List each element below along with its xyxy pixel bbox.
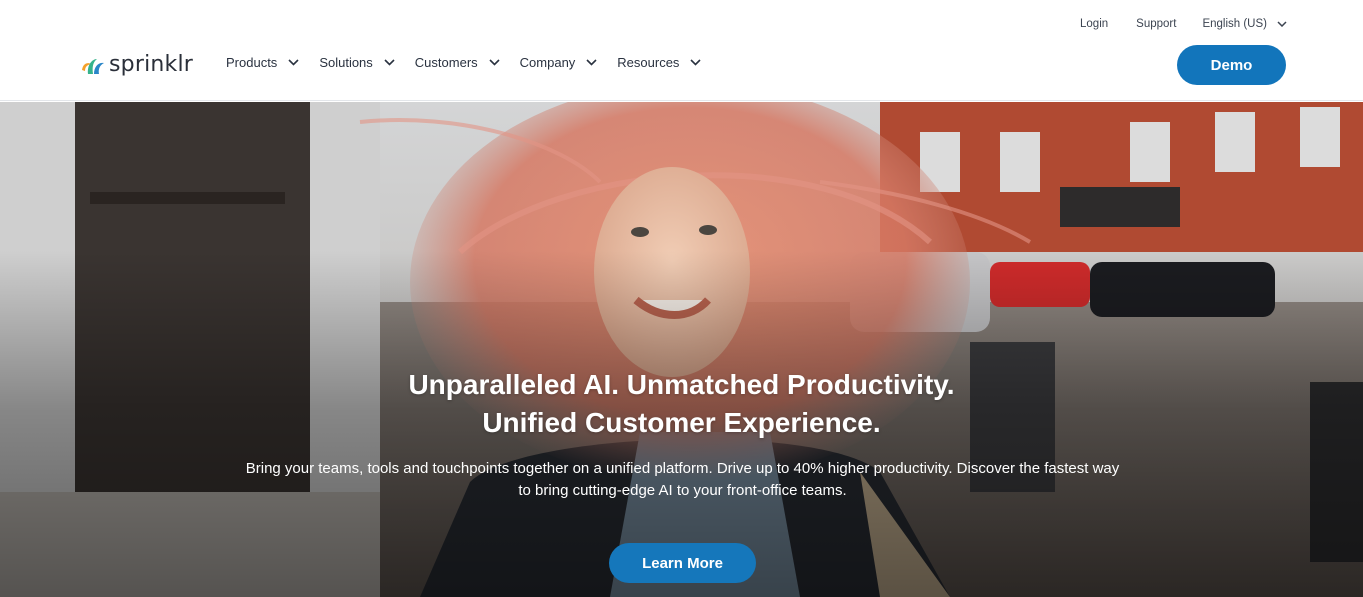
hero-headline: Unparalleled AI. Unmatched Productivity.… [0,366,1363,442]
chevron-down-icon [1277,21,1287,27]
logo-wordmark: sprinklr [109,52,194,77]
nav-customers-label: Customers [414,55,478,70]
hero-subcopy-line1: Bring your teams, tools and touchpoints … [245,460,1120,477]
nav-company-label: Company [519,55,576,70]
chevron-down-icon [489,59,500,66]
nav-solutions[interactable]: Solutions [319,55,395,70]
login-link[interactable]: Login [1080,18,1108,30]
chevron-down-icon [288,59,299,66]
nav-products-label: Products [226,55,278,70]
nav-company[interactable]: Company [520,55,598,70]
chevron-down-icon [384,59,395,66]
nav-resources-label: Resources [617,55,680,70]
hero-subcopy-line2: to bring cutting-edge AI to your front-o… [518,482,847,499]
hero-headline-line1: Unparalleled AI. Unmatched Productivity. [408,369,955,400]
site-header: sprinklr Products Solutions Customers Co… [0,0,1363,101]
nav-solutions-label: Solutions [319,55,373,70]
nav-products[interactable]: Products [226,55,299,70]
hero-section: Unparalleled AI. Unmatched Productivity.… [0,102,1363,597]
nav-customers[interactable]: Customers [415,55,500,70]
hero-headline-line2: Unified Customer Experience. [482,407,881,438]
hero-subcopy: Bring your teams, tools and touchpoints … [215,458,1150,502]
chevron-down-icon [690,59,702,66]
main-nav: Products Solutions Customers Company Res… [226,55,721,70]
learn-more-button[interactable]: Learn More [609,543,756,583]
hero-overlay [0,102,1363,597]
language-label: English (US) [1202,18,1267,30]
demo-button[interactable]: Demo [1177,45,1286,85]
support-link[interactable]: Support [1136,18,1176,30]
utility-nav: Login Support English (US) [1052,18,1287,30]
language-selector[interactable]: English (US) [1202,18,1287,30]
sprinklr-logo[interactable]: sprinklr [80,52,193,77]
chevron-down-icon [586,59,597,66]
nav-resources[interactable]: Resources [617,55,702,70]
sprinklr-flame-icon [82,58,104,74]
